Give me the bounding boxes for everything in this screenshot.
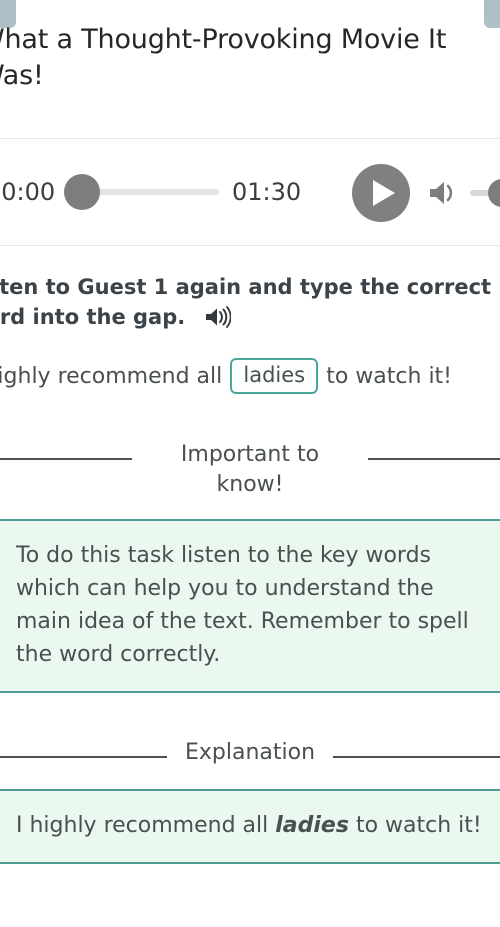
duration-label: 01:30 [232, 178, 302, 206]
page-title: What a Thought-Provoking Movie It Was! [0, 24, 447, 91]
seek-slider-thumb[interactable] [64, 174, 100, 210]
divider-below-player [0, 245, 500, 246]
divider-rule-right [333, 756, 500, 758]
seek-slider[interactable] [64, 174, 219, 210]
explanation-box: I highly recommend all ladies to watch i… [0, 789, 500, 864]
current-time-label: 00:00 [0, 178, 56, 206]
volume-slider[interactable] [470, 179, 500, 207]
important-tip-text: To do this task listen to the key words … [16, 543, 469, 667]
volume-icon[interactable] [428, 178, 460, 208]
sentence-after-gap: to watch it! [326, 363, 453, 389]
divider-rule-left [0, 756, 167, 758]
lesson-page: What a Thought-Provoking Movie It Was! 0… [0, 0, 500, 927]
gap-answer-input[interactable] [230, 358, 319, 394]
sentence-before-gap: I highly recommend all [0, 363, 223, 389]
explanation-divider: Explanation [0, 738, 500, 768]
explanation-caption: Explanation [184, 740, 316, 765]
divider-rule-left [0, 458, 132, 460]
play-icon [373, 180, 395, 206]
important-divider: Important to know! [0, 440, 500, 499]
gap-fill-sentence: I highly recommend all to watch it! [0, 358, 500, 394]
task-instruction-text: Listen to Guest 1 again and type the cor… [0, 275, 492, 330]
audio-player: 00:00 01:30 [0, 139, 500, 245]
explanation-answer-word: ladies [275, 813, 349, 838]
explanation-text: I highly recommend all ladies to watch i… [16, 809, 484, 842]
important-caption: Important to know! [180, 442, 320, 497]
speaker-icon[interactable] [205, 306, 232, 336]
important-tip-box: To do this task listen to the key words … [0, 519, 500, 693]
explanation-before: I highly recommend all [16, 813, 269, 838]
task-instruction: Listen to Guest 1 again and type the cor… [0, 272, 500, 337]
explanation-after: to watch it! [355, 813, 482, 838]
divider-rule-right [368, 458, 500, 460]
play-button[interactable] [352, 164, 410, 222]
